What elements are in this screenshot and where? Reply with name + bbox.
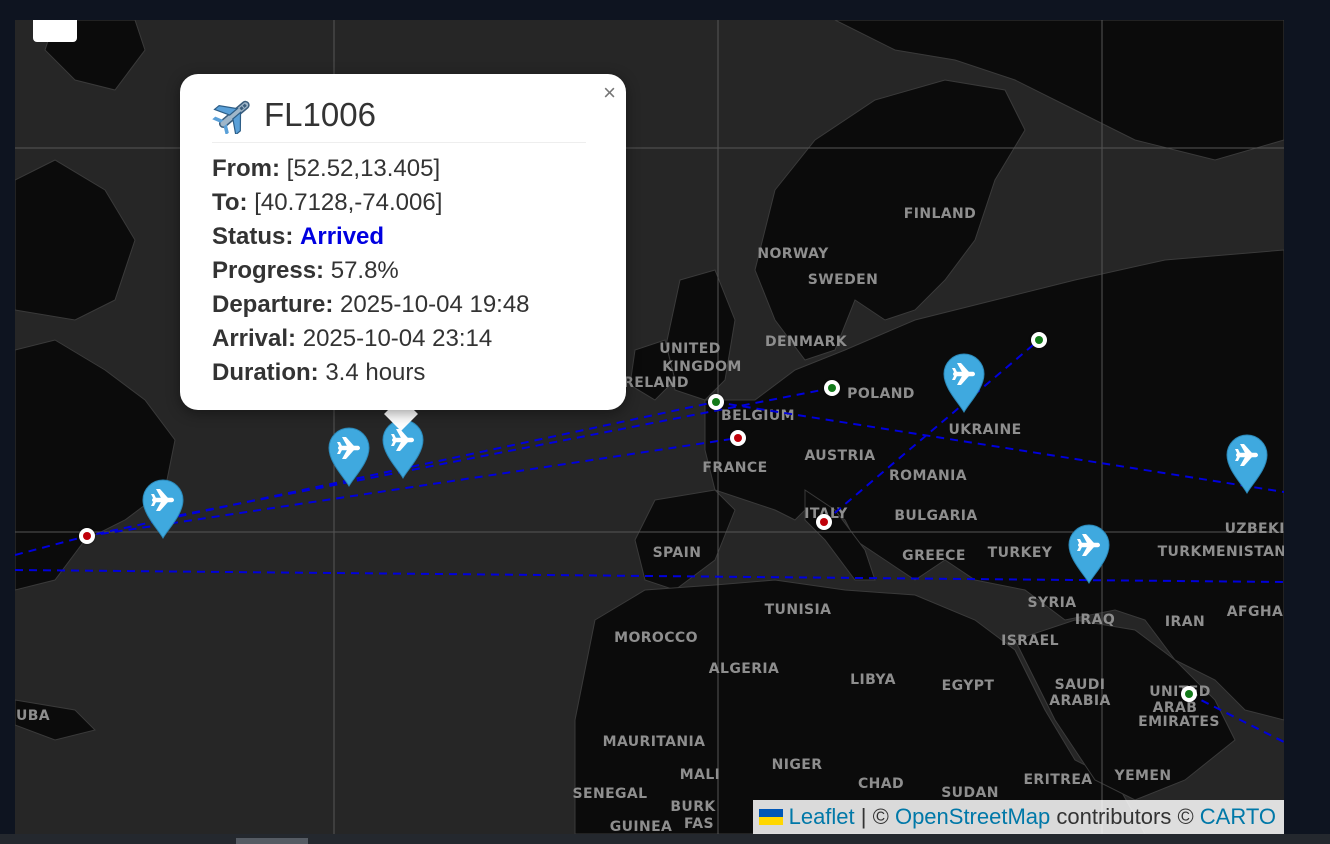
country-label: FRANCE [702, 460, 767, 476]
country-label: FAS [684, 816, 714, 832]
flight-id: FL1006 [264, 96, 376, 133]
destination-dot[interactable] [1031, 332, 1047, 348]
country-label: TURKEY [988, 545, 1053, 561]
country-label: ALGERIA [709, 661, 779, 677]
country-label: SENEGAL [573, 786, 648, 802]
destination-dot[interactable] [824, 380, 840, 396]
popup-close-button[interactable]: × [603, 80, 616, 106]
airplane-pin-icon [1068, 524, 1110, 584]
country-label: FINLAND [904, 206, 976, 222]
country-label: BURK [670, 799, 716, 815]
country-label: GUINEA [610, 819, 673, 834]
from-row: From: [52.52,13.405] [212, 155, 441, 182]
country-label: IRAQ [1075, 612, 1115, 628]
airplane-pin-icon [1226, 434, 1268, 494]
airplane-pin-icon [142, 479, 184, 539]
attribution-contributors: contributors © [1056, 804, 1194, 829]
zoom-control[interactable] [33, 20, 77, 42]
flight-marker[interactable] [327, 426, 371, 488]
destination-dot[interactable] [1181, 686, 1197, 702]
airplane-pin-icon [943, 353, 985, 413]
flight-marker[interactable] [141, 478, 185, 540]
airplane-icon [212, 94, 256, 136]
right-gutter [1284, 20, 1330, 834]
origin-dot[interactable] [816, 514, 832, 530]
country-label: SPAIN [653, 545, 702, 561]
airplane-pin-icon [328, 427, 370, 487]
country-label: UZBEKIS [1225, 521, 1284, 537]
openstreetmap-link[interactable]: OpenStreetMap [895, 804, 1050, 829]
country-label: UKRAINE [948, 422, 1021, 438]
to-row: To: [40.7128,-74.006] [212, 189, 443, 216]
country-label: BULGARIA [894, 508, 977, 524]
country-label: NIGER [772, 757, 823, 773]
origin-dot[interactable] [79, 528, 95, 544]
country-label: POLAND [847, 386, 915, 402]
attribution-separator: | © [860, 804, 889, 829]
popup-divider [212, 142, 586, 143]
scrollbar-thumb[interactable] [236, 838, 308, 844]
country-label: UNITED [659, 341, 720, 357]
leaflet-link[interactable]: Leaflet [789, 804, 855, 829]
flight-marker[interactable] [1067, 523, 1111, 585]
country-label: BELGIUM [721, 408, 795, 424]
country-label: AFGHA [1227, 604, 1283, 620]
flight-marker[interactable] [1225, 433, 1269, 495]
country-label: ERITREA [1023, 772, 1092, 788]
country-label: SUDAN [941, 785, 999, 801]
country-label: NORWAY [757, 246, 829, 262]
origin-dot[interactable] [730, 430, 746, 446]
popup-title: FL1006 [212, 94, 376, 136]
country-label: TUNISIA [765, 602, 832, 618]
country-label: DENMARK [765, 334, 848, 350]
country-label: IRAN [1165, 614, 1205, 630]
country-label: EGYPT [942, 678, 995, 694]
country-label: AUSTRIA [804, 448, 875, 464]
country-label: SYRIA [1027, 595, 1076, 611]
progress-row: Progress: 57.8% [212, 257, 399, 284]
country-label: ISRAEL [1001, 633, 1059, 649]
country-label: GREECE [902, 548, 966, 564]
country-label: MAURITANIA [603, 734, 706, 750]
map-attribution: Leaflet | © OpenStreetMap contributors ©… [752, 800, 1284, 834]
status-row: Status: Arrived [212, 223, 385, 250]
country-label: CHAD [858, 776, 904, 792]
country-label: RELAND [623, 375, 689, 391]
duration-row: Duration: 3.4 hours [212, 359, 426, 386]
country-label: SWEDEN [808, 272, 878, 288]
carto-link[interactable]: CARTO [1200, 804, 1276, 829]
country-label: SAUDI [1055, 677, 1106, 693]
flight-marker[interactable] [942, 352, 986, 414]
country-label: ROMANIA [889, 468, 967, 484]
country-label: LIBYA [850, 672, 896, 688]
departure-row: Departure: 2025-10-04 19:48 [212, 291, 530, 318]
country-label: ARABIA [1049, 693, 1111, 709]
horizontal-scrollbar[interactable] [0, 834, 1330, 844]
ukraine-flag-icon [758, 809, 783, 825]
popup-details: From: [52.52,13.405] To: [40.7128,-74.00… [212, 152, 530, 390]
destination-dot[interactable] [708, 394, 724, 410]
country-label: MALI [680, 767, 721, 783]
country-label: EMIRATES [1138, 714, 1220, 730]
country-label: MOROCCO [614, 630, 698, 646]
country-label: KINGDOM [662, 359, 742, 375]
country-label: UBA [16, 708, 50, 724]
country-label: TURKMENISTAN [1158, 544, 1284, 560]
country-label: UNITED [1149, 684, 1210, 700]
arrival-row: Arrival: 2025-10-04 23:14 [212, 325, 493, 352]
flight-popup: × FL1006 From: [52.52,13.405] To: [40.71… [180, 74, 626, 410]
country-label: YEMEN [1114, 768, 1172, 784]
status-value: Arrived [300, 223, 385, 250]
